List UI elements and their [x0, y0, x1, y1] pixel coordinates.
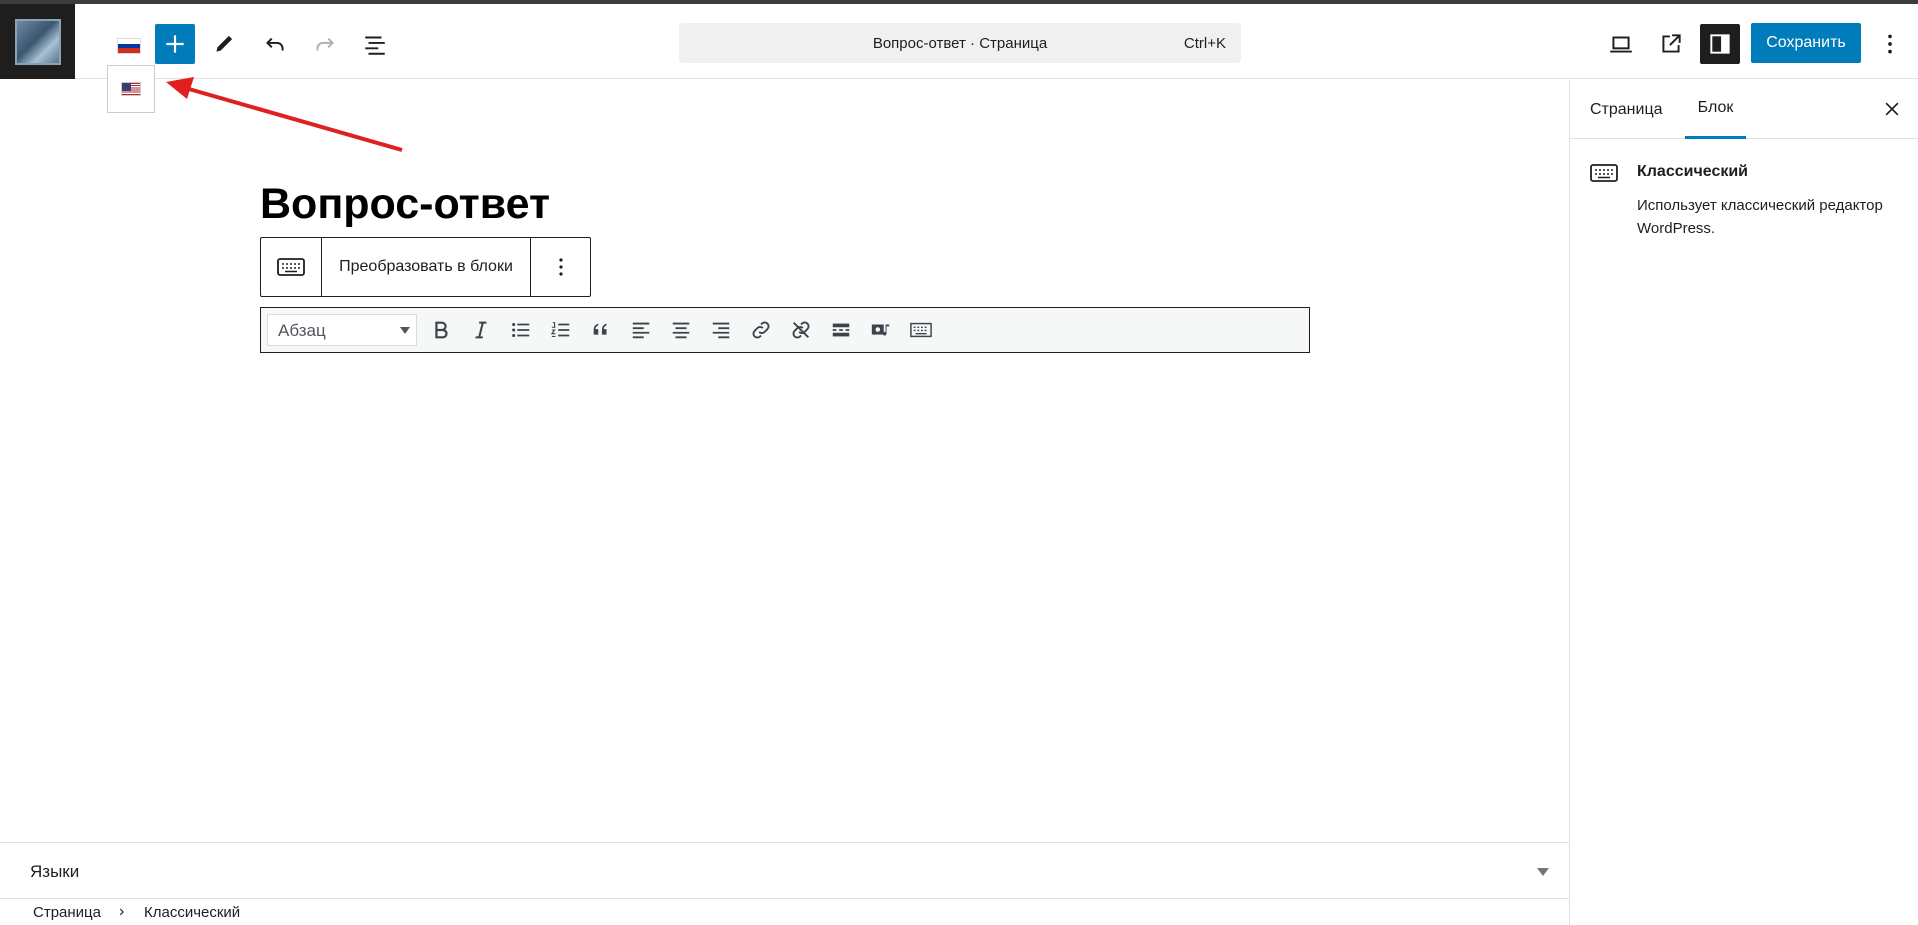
russian-flag-icon[interactable]: [117, 38, 141, 54]
settings-sidebar: Страница Блок Классический Использует кл…: [1569, 80, 1918, 925]
toolbar-toggle-button[interactable]: [907, 316, 935, 344]
list-view-icon: [365, 36, 385, 55]
block-options-button[interactable]: [531, 238, 591, 296]
save-button[interactable]: Сохранить: [1751, 23, 1861, 63]
options-button[interactable]: [1870, 24, 1910, 64]
tab-page[interactable]: Страница: [1590, 80, 1663, 139]
sidebar-tabs: Страница Блок: [1570, 80, 1918, 139]
italic-button[interactable]: [467, 316, 495, 344]
block-card-description: Использует классический редактор WordPre…: [1637, 197, 1883, 237]
blockquote-button[interactable]: [587, 316, 615, 344]
align-right-button[interactable]: [707, 316, 735, 344]
editor-canvas[interactable]: Вопрос-ответ Преобразовать в блоки Абзац: [0, 80, 1569, 842]
breadcrumb: Страница › Классический: [0, 899, 1569, 925]
language-switcher-dropdown[interactable]: [107, 65, 155, 113]
more-vertical-icon: [1888, 34, 1892, 54]
more-vertical-icon: [559, 258, 563, 276]
view-page-button[interactable]: [1651, 24, 1691, 64]
tab-block[interactable]: Блок: [1685, 80, 1746, 139]
add-media-button[interactable]: [867, 316, 895, 344]
keyboard-icon: [910, 322, 932, 338]
document-title: Вопрос-ответ · Страница: [872, 35, 1048, 52]
insert-link-button[interactable]: [747, 316, 775, 344]
italic-icon: [475, 321, 487, 339]
bulleted-list-button[interactable]: [507, 316, 535, 344]
remove-link-button[interactable]: [787, 316, 815, 344]
caret-down-icon: [1537, 868, 1549, 876]
link-icon: [752, 321, 770, 339]
quote-icon: [593, 323, 607, 335]
settings-toggle-button[interactable]: [1700, 24, 1740, 64]
laptop-icon: [1610, 36, 1632, 53]
document-overview-button[interactable]: [355, 24, 395, 64]
site-icon: [14, 18, 61, 65]
languages-panel-label: Языки: [30, 862, 80, 881]
breadcrumb-item-page[interactable]: Страница: [33, 904, 101, 921]
caret-down-icon: [400, 327, 410, 334]
block-card-title: Классический: [1637, 163, 1749, 180]
external-link-icon: [1662, 34, 1681, 53]
align-right-icon: [712, 322, 730, 339]
redo-icon: [316, 37, 334, 51]
undo-icon: [266, 37, 284, 51]
read-more-icon: [832, 323, 850, 337]
close-icon: [1885, 102, 1899, 116]
classic-editor-toolbar: Абзац: [260, 307, 1310, 353]
format-select-value: Абзац: [278, 321, 326, 340]
wordpress-editor: Вопрос-ответ · Страница Ctrl+K Сохранить…: [0, 0, 1918, 925]
us-flag-icon[interactable]: [121, 82, 141, 96]
preview-button[interactable]: [1601, 24, 1641, 64]
plus-icon: [166, 35, 184, 53]
breadcrumb-item-classic[interactable]: Классический: [144, 904, 240, 921]
numbered-list-icon: [550, 322, 570, 337]
command-shortcut: Ctrl+K: [1183, 35, 1226, 52]
breadcrumb-separator: ›: [119, 903, 125, 920]
media-icon: [871, 324, 890, 336]
page-title[interactable]: Вопрос-ответ: [260, 180, 550, 229]
block-type-button[interactable]: [261, 238, 322, 296]
bold-icon: [435, 321, 448, 339]
undo-button[interactable]: [255, 24, 295, 64]
pencil-icon: [216, 35, 233, 52]
sidebar-icon: [1710, 34, 1730, 54]
add-block-button[interactable]: [155, 24, 195, 64]
convert-to-blocks-button[interactable]: Преобразовать в блоки: [322, 238, 531, 296]
site-logo-button[interactable]: [0, 4, 75, 79]
align-center-icon: [672, 322, 690, 339]
unlink-icon: [792, 321, 810, 339]
keyboard-icon: [277, 258, 305, 276]
command-palette-button[interactable]: Вопрос-ответ · Страница Ctrl+K: [679, 23, 1241, 63]
red-arrow-annotation: [166, 77, 403, 152]
read-more-button[interactable]: [827, 316, 855, 344]
redo-button[interactable]: [305, 24, 345, 64]
editor-header: Вопрос-ответ · Страница Ctrl+K Сохранить: [0, 4, 1918, 79]
numbered-list-button[interactable]: [547, 316, 575, 344]
close-sidebar-button[interactable]: [1879, 96, 1905, 122]
bold-button[interactable]: [427, 316, 455, 344]
align-left-button[interactable]: [627, 316, 655, 344]
align-center-button[interactable]: [667, 316, 695, 344]
block-toolbar: Преобразовать в блоки: [260, 237, 591, 297]
keyboard-icon: [1590, 164, 1618, 182]
format-select[interactable]: Абзац: [267, 314, 417, 346]
bulleted-list-icon: [512, 322, 530, 338]
languages-panel-toggle[interactable]: Языки: [0, 842, 1569, 899]
align-left-icon: [632, 322, 650, 339]
tools-button[interactable]: [204, 24, 244, 64]
